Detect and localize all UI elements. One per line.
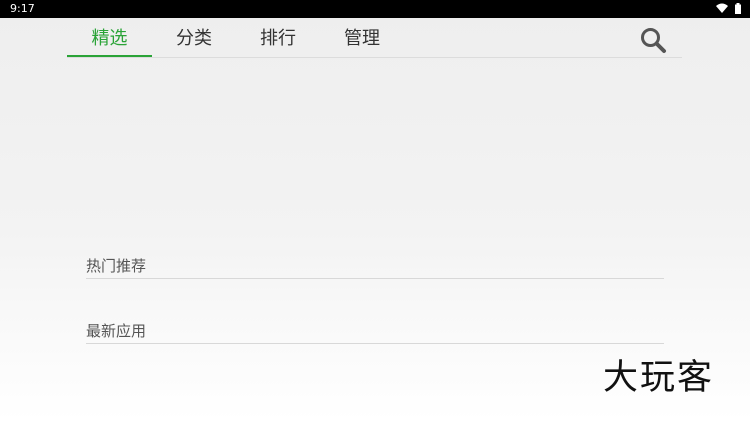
wifi-icon bbox=[716, 3, 728, 16]
tab-bar: 精选 分类 排行 管理 bbox=[67, 18, 682, 58]
section-title-latest: 最新应用 bbox=[86, 322, 147, 340]
tab-ranking[interactable]: 排行 bbox=[236, 18, 320, 56]
brand-logo: 大玩客 bbox=[603, 358, 715, 398]
tab-featured[interactable]: 精选 bbox=[67, 18, 152, 58]
tab-categories[interactable]: 分类 bbox=[152, 18, 236, 56]
search-icon[interactable] bbox=[639, 26, 667, 54]
battery-icon bbox=[735, 3, 741, 17]
status-bar: 9:17 bbox=[0, 0, 750, 18]
section-divider bbox=[86, 278, 664, 279]
tab-divider bbox=[67, 57, 682, 58]
section-divider bbox=[86, 343, 664, 344]
tab-manage[interactable]: 管理 bbox=[320, 18, 404, 56]
status-time: 9:17 bbox=[10, 2, 35, 15]
section-title-hot: 热门推荐 bbox=[86, 257, 147, 275]
